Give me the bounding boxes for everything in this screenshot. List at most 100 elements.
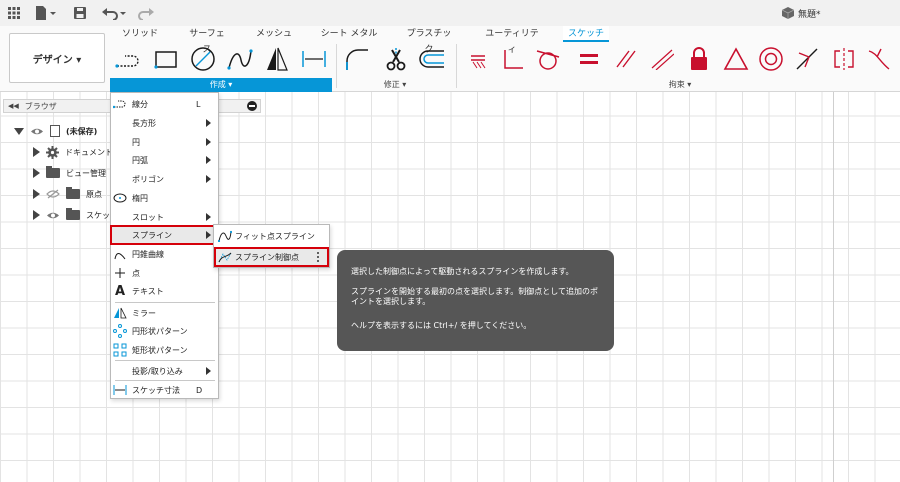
spline-submenu: フィット点スプライン スプライン制御点 bbox=[213, 224, 330, 268]
tangent-constraint-icon[interactable] bbox=[534, 45, 562, 73]
eye-icon[interactable] bbox=[30, 127, 44, 136]
parallel-constraint-icon[interactable] bbox=[612, 45, 640, 73]
tree-row-origin[interactable]: 原点 bbox=[14, 184, 102, 204]
offset-tool-icon[interactable] bbox=[418, 45, 446, 73]
submenu-arrow-icon bbox=[206, 138, 211, 146]
collinear-constraint-icon[interactable] bbox=[648, 45, 676, 73]
folder-icon bbox=[66, 187, 80, 199]
document-title: 無題* bbox=[782, 4, 821, 22]
menu-item-rectangle[interactable]: 長方形 bbox=[111, 114, 218, 132]
tree-row-root[interactable]: (未保存) bbox=[14, 121, 97, 141]
tree-label: 原点 bbox=[86, 189, 102, 199]
spline-tool-icon[interactable] bbox=[226, 45, 254, 73]
circle-tool-icon[interactable] bbox=[189, 45, 217, 73]
app-grid-icon[interactable] bbox=[6, 4, 22, 22]
undo-icon[interactable] bbox=[100, 4, 128, 22]
midpoint-constraint-icon[interactable] bbox=[793, 45, 821, 73]
menu-item-ellipse[interactable]: 楕円 bbox=[111, 189, 218, 207]
menu-item-circular-pattern[interactable]: 円形状パターン bbox=[111, 322, 218, 340]
constraints-group-label[interactable]: 拘束 ▾ bbox=[460, 78, 900, 92]
ribbon: ソリッド サーフェス メッシュ シート メタル プラスチック ユーティリティ ス… bbox=[0, 26, 900, 92]
dimension-tool-icon[interactable] bbox=[300, 45, 328, 73]
submenu-item-fit-point-spline[interactable]: フィット点スプライン bbox=[214, 226, 329, 246]
browser-title: ブラウザ bbox=[24, 101, 57, 111]
curvature-constraint-icon[interactable] bbox=[866, 45, 894, 73]
tree-label: ビュー管理 bbox=[66, 168, 106, 178]
perpendicular-constraint-icon[interactable] bbox=[499, 45, 527, 73]
menu-item-sketch-dimension[interactable]: スケッチ寸法 D bbox=[111, 381, 218, 399]
menu-item-point[interactable]: 点 bbox=[111, 264, 218, 282]
equal-constraint-icon[interactable] bbox=[575, 45, 603, 73]
tooltip-description: 選択した制御点によって駆動されるスプラインを作成します。 bbox=[351, 267, 574, 276]
eye-icon[interactable] bbox=[46, 211, 60, 220]
horizontal-vertical-triangle-icon[interactable] bbox=[722, 45, 750, 73]
mirror-icon bbox=[111, 304, 129, 322]
menu-item-text[interactable]: A テキスト bbox=[111, 282, 218, 300]
collapse-arrows-icon[interactable]: ◀◀ bbox=[8, 102, 19, 110]
menu-item-slot[interactable]: スロット bbox=[111, 208, 218, 226]
concentric-constraint-icon[interactable] bbox=[757, 45, 785, 73]
tooltip-help: ヘルプを表示するには Ctrl+/ を押してください。 bbox=[351, 321, 532, 330]
expand-triangle-icon[interactable] bbox=[33, 189, 40, 199]
submenu-arrow-icon bbox=[206, 156, 211, 164]
rectangular-pattern-icon bbox=[111, 341, 129, 359]
modify-group-label[interactable]: 修正 ▾ bbox=[340, 78, 450, 92]
tree-row-sketches[interactable]: スケッチ bbox=[14, 205, 118, 225]
line-icon bbox=[111, 95, 129, 113]
submenu-item-control-point-spline[interactable]: スプライン制御点 bbox=[214, 247, 329, 267]
tab-plastic[interactable]: プラスチック bbox=[404, 26, 454, 55]
menu-item-spline[interactable]: スプライン bbox=[110, 225, 219, 245]
dimension-icon bbox=[111, 381, 129, 399]
expand-triangle-icon[interactable] bbox=[33, 210, 40, 220]
menu-item-mirror[interactable]: ミラー bbox=[111, 304, 218, 322]
point-icon bbox=[111, 264, 129, 282]
submenu-arrow-icon bbox=[206, 367, 211, 375]
tab-sketch[interactable]: スケッチ bbox=[563, 26, 609, 42]
menu-item-polygon[interactable]: ポリゴン bbox=[111, 170, 218, 188]
rectangle-tool-icon[interactable] bbox=[152, 45, 180, 73]
menu-item-line[interactable]: 線分 L bbox=[111, 95, 218, 113]
fillet-tool-icon[interactable] bbox=[343, 45, 371, 73]
menu-item-rectangular-pattern[interactable]: 矩形状パターン bbox=[111, 341, 218, 359]
tree-row-named-views[interactable]: ビュー管理 bbox=[14, 163, 106, 183]
expand-triangle-icon[interactable] bbox=[33, 147, 40, 157]
menu-item-arc[interactable]: 円弧 bbox=[111, 151, 218, 169]
expand-triangle-icon[interactable] bbox=[33, 168, 40, 178]
menu-item-project-include[interactable]: 投影/取り込み bbox=[111, 362, 218, 380]
axis-line bbox=[833, 92, 834, 482]
submenu-arrow-icon bbox=[206, 175, 211, 183]
submenu-arrow-icon bbox=[206, 231, 211, 239]
file-menu-icon[interactable] bbox=[34, 4, 58, 22]
coincident-constraint-icon[interactable] bbox=[464, 45, 492, 73]
symmetry-constraint-icon[interactable] bbox=[830, 45, 858, 73]
redo-icon[interactable] bbox=[134, 4, 162, 22]
browser-minimize-icon[interactable] bbox=[247, 101, 257, 111]
menu-item-conic-curve[interactable]: 円錐曲線 bbox=[111, 245, 218, 263]
tab-sheet-metal[interactable]: シート メタル bbox=[320, 26, 378, 42]
fix-lock-icon[interactable] bbox=[685, 45, 713, 73]
menu-item-circle[interactable]: 円 bbox=[111, 133, 218, 151]
trim-scissors-icon[interactable] bbox=[382, 45, 410, 73]
mirror-tool-icon[interactable] bbox=[263, 45, 291, 73]
fit-point-spline-icon bbox=[218, 230, 232, 242]
tab-surface[interactable]: サーフェス bbox=[185, 26, 229, 55]
submenu-arrow-icon bbox=[206, 119, 211, 127]
tree-row-document-settings[interactable]: ドキュメント bbox=[14, 142, 113, 162]
more-options-icon[interactable] bbox=[317, 252, 319, 262]
tab-mesh[interactable]: メッシュ bbox=[254, 26, 294, 42]
create-group-label[interactable]: 作成 ▾ bbox=[110, 78, 332, 92]
tab-utility[interactable]: ユーティリティ bbox=[482, 26, 542, 55]
quick-access-bar: 無題* bbox=[0, 0, 900, 26]
expand-triangle-icon[interactable] bbox=[14, 127, 24, 135]
tooltip: 選択した制御点によって駆動されるスプラインを作成します。 スプラインを開始する最… bbox=[337, 250, 614, 351]
folder-icon bbox=[46, 166, 60, 178]
circular-pattern-icon bbox=[111, 322, 129, 340]
workspace-design-button[interactable]: デザイン ▾ bbox=[9, 33, 105, 83]
tab-solid[interactable]: ソリッド bbox=[120, 26, 160, 42]
tooltip-instructions: スプラインを開始する最初の点を選択します。制御点として追加のポイントを選択します… bbox=[351, 287, 598, 306]
gear-icon bbox=[46, 145, 59, 159]
create-dropdown-menu: 線分 L 長方形 円 円弧 ポリゴン 楕円 スロット スプライン 円錐曲線 点 … bbox=[110, 92, 219, 399]
line-tool-icon[interactable] bbox=[114, 45, 142, 73]
save-icon[interactable] bbox=[72, 4, 88, 22]
eye-hidden-icon[interactable] bbox=[46, 189, 60, 199]
